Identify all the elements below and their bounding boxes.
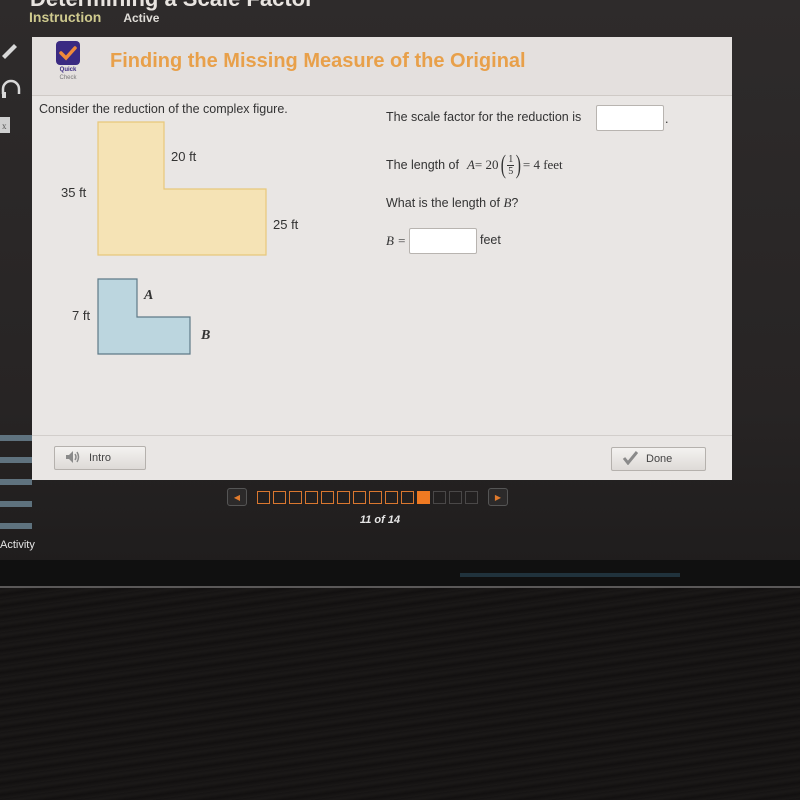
page-indicator-13[interactable]	[449, 490, 462, 504]
sidebar-stripes	[0, 435, 32, 545]
checkmark-done-icon	[622, 450, 639, 468]
label-25ft: 25 ft	[273, 217, 299, 232]
page-indicator-3[interactable]	[289, 490, 302, 504]
length-b-question-prefix: What is the length of	[386, 196, 500, 210]
fraction: 1 5	[507, 153, 515, 177]
page-indicator-6[interactable]	[337, 490, 350, 504]
label-b: B	[201, 328, 211, 343]
panel-header: Quick Check Finding the Missing Measure …	[32, 37, 732, 96]
b-length-input[interactable]	[409, 228, 477, 254]
page-indicator-5[interactable]	[321, 490, 334, 504]
svg-text:x: x	[2, 121, 7, 131]
quick-check-label: Quick	[59, 67, 77, 73]
length-a-result: = 4 feet	[522, 157, 563, 172]
page-indicators	[257, 490, 478, 504]
fraction-denominator: 5	[508, 165, 514, 177]
scale-factor-period: .	[665, 112, 669, 126]
pager: ◀ ▶	[227, 488, 508, 506]
tab-bar: Instruction Active	[29, 9, 159, 25]
done-label: Done	[646, 453, 673, 465]
page-indicator-9[interactable]	[385, 490, 398, 504]
pencil-icon[interactable]	[0, 38, 22, 60]
bezel-reflection	[460, 573, 680, 577]
label-35ft: 35 ft	[61, 185, 87, 200]
page-indicator-4[interactable]	[305, 490, 318, 504]
tab-instruction[interactable]: Instruction	[29, 9, 101, 25]
activity-label[interactable]: Activity	[0, 539, 35, 551]
page-indicator-7[interactable]	[353, 490, 366, 504]
intro-label: Intro	[89, 452, 112, 464]
checkmark-icon	[56, 41, 80, 65]
page-indicator-10[interactable]	[401, 490, 414, 504]
tab-active[interactable]: Active	[123, 11, 159, 25]
left-paren: (	[500, 150, 506, 179]
desk-surface	[0, 588, 800, 800]
prompt-text: Consider the reduction of the complex fi…	[39, 102, 288, 116]
length-a-prefix: The length of	[386, 158, 459, 172]
page-indicator-11[interactable]	[417, 490, 430, 504]
scale-factor-input[interactable]	[596, 105, 664, 131]
original-figure	[97, 121, 267, 256]
scale-factor-question: The scale factor for the reduction is	[386, 110, 582, 124]
b-label: B =	[386, 233, 406, 248]
next-page-button[interactable]: ▶	[488, 488, 508, 506]
page-indicator-14[interactable]	[465, 490, 478, 504]
prev-page-button[interactable]: ◀	[227, 488, 247, 506]
done-button[interactable]: Done	[611, 447, 706, 471]
fraction-numerator: 1	[507, 153, 515, 166]
length-a-eq: = 20	[474, 157, 499, 172]
length-a-var: A	[466, 157, 475, 172]
page-indicator-8[interactable]	[369, 490, 382, 504]
page-count: 11 of 14	[359, 514, 401, 526]
sidebar: x	[0, 35, 32, 555]
quick-check-sublabel: Check	[59, 75, 77, 81]
b-unit: feet	[480, 233, 501, 247]
label-a: A	[144, 288, 154, 303]
page-indicator-2[interactable]	[273, 490, 286, 504]
right-paren: )	[515, 150, 522, 179]
screen: Determining a Scale Factor Instruction A…	[0, 0, 800, 585]
intro-button[interactable]: Intro	[54, 446, 146, 470]
page-indicator-12[interactable]	[433, 490, 446, 504]
length-b-question: What is the length of B?	[386, 195, 518, 211]
monitor-bezel	[0, 560, 800, 586]
quick-check-panel: Quick Check Finding the Missing Measure …	[32, 37, 732, 480]
length-a-statement: The length of A = 20 ( 1 5 ) = 4 feet	[386, 150, 563, 180]
page-indicator-1[interactable]	[257, 490, 270, 504]
panel-title: Finding the Missing Measure of the Origi…	[110, 50, 526, 72]
length-b-question-suffix: ?	[511, 196, 519, 210]
label-7ft: 7 ft	[72, 308, 91, 323]
label-20ft: 20 ft	[171, 149, 197, 164]
formula-icon[interactable]: x	[0, 115, 10, 137]
footer-divider	[32, 435, 732, 436]
speaker-icon	[65, 450, 81, 467]
headphones-icon[interactable]	[0, 78, 22, 100]
